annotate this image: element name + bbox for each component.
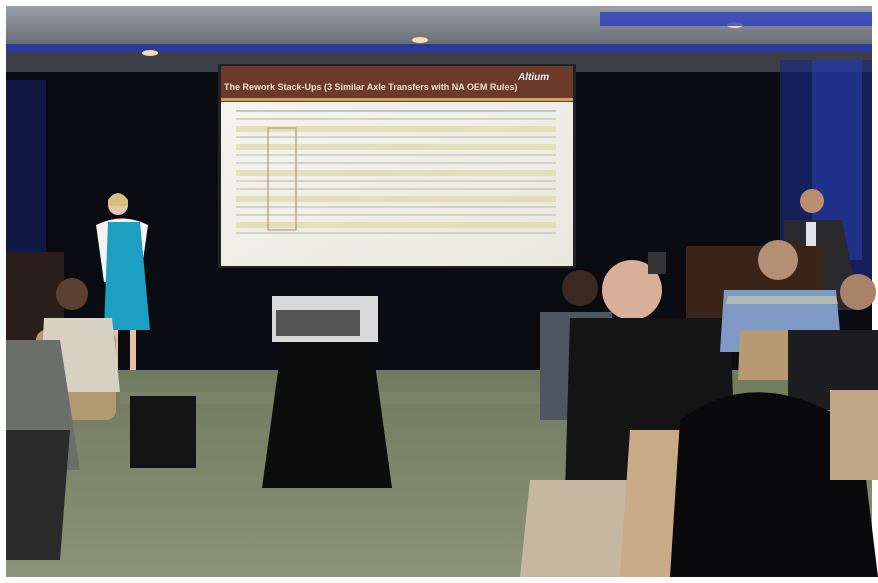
slide-title: The Rework Stack-Ups (3 Similar Axle Tra… (224, 82, 518, 92)
conference-photo: The Rework Stack-Ups (3 Similar Axle Tra… (0, 0, 878, 583)
projector-stand (262, 296, 392, 488)
ceiling (6, 6, 872, 72)
projection-screen (218, 64, 576, 268)
slide-logo: Altium (518, 72, 550, 83)
